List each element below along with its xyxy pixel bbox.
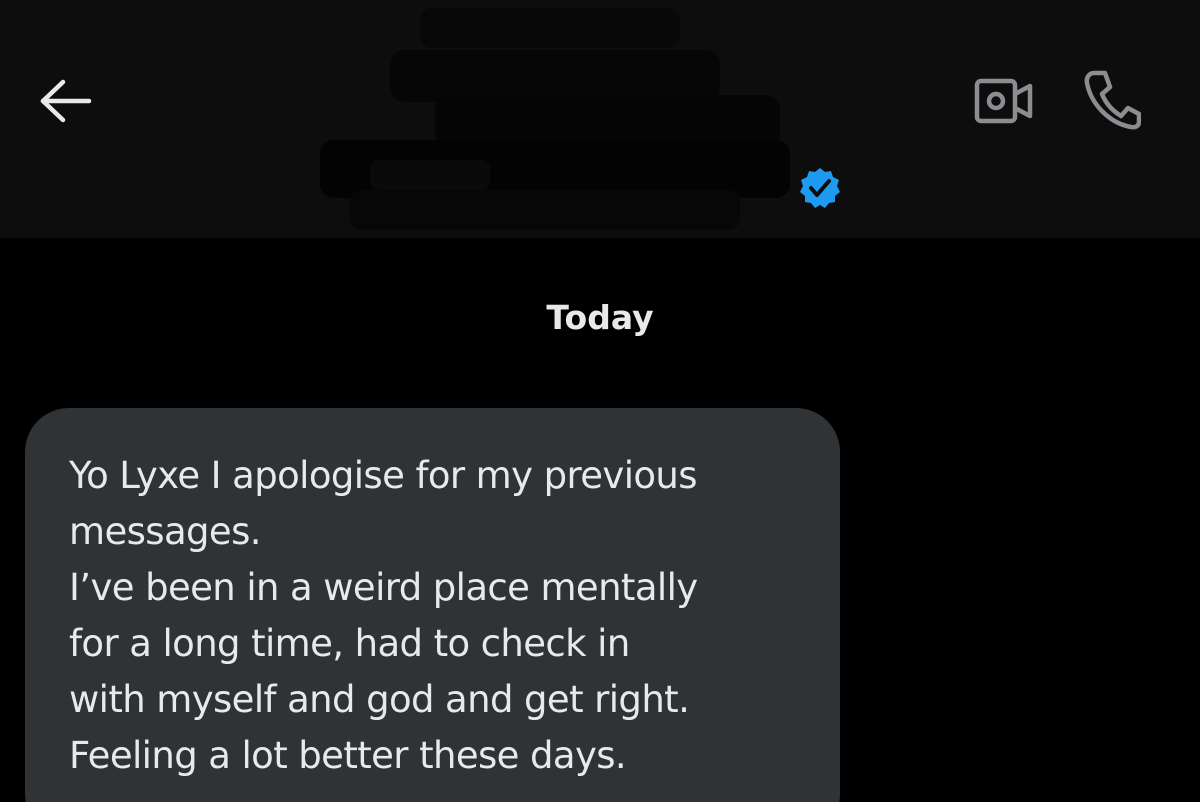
dm-screen: Today Yo Lyxe I apologise for my previou… bbox=[0, 0, 1200, 802]
video-camera-icon bbox=[974, 78, 1033, 124]
back-button[interactable] bbox=[30, 68, 102, 134]
arrow-left-icon bbox=[40, 79, 92, 123]
phone-icon bbox=[1084, 70, 1141, 130]
received-message-bubble[interactable]: Yo Lyxe I apologise for my previous mess… bbox=[25, 408, 840, 802]
date-separator: Today bbox=[546, 298, 654, 337]
redacted-profile-area bbox=[320, 8, 790, 230]
message-line: Feeling a lot better these days. bbox=[69, 734, 627, 777]
message-line: Yo Lyxe I apologise for my previous bbox=[69, 454, 698, 497]
message-line: messages. bbox=[69, 510, 262, 553]
conversation-header bbox=[0, 0, 1200, 238]
video-call-button[interactable] bbox=[966, 70, 1042, 132]
message-line: for a long time, had to check in bbox=[69, 622, 630, 665]
message-line: I’ve been in a weird place mentally bbox=[69, 566, 698, 609]
verified-badge-icon bbox=[800, 168, 840, 208]
message-line: with myself and god and get right. bbox=[69, 678, 690, 721]
voice-call-button[interactable] bbox=[1076, 66, 1148, 134]
